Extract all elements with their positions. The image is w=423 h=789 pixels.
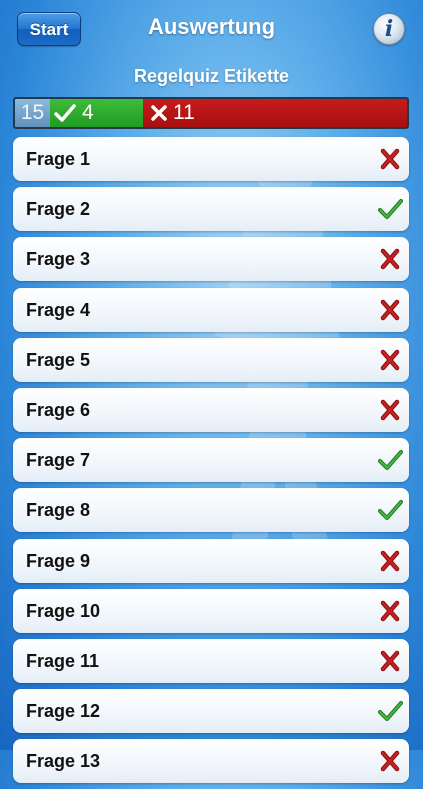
- question-row[interactable]: Frage 11: [13, 638, 409, 683]
- question-row[interactable]: Frage 7: [13, 438, 409, 483]
- check-mark-icon: [377, 196, 403, 222]
- question-list: Frage 1 Frage 2 Frage 3 Frage 4 Frage 5 Frage…: [13, 137, 409, 789]
- quiz-title: Regelquiz Etikette: [133, 66, 290, 86]
- nav-bar: Start Auswertung i: [0, 0, 423, 58]
- question-label: Frage 3: [26, 249, 91, 270]
- cross-mark-icon: [377, 598, 403, 624]
- question-row[interactable]: Frage 9: [13, 538, 409, 583]
- cross-mark-icon: [377, 347, 403, 373]
- question-label: Frage 11: [26, 650, 100, 671]
- question-row[interactable]: Frage 10: [13, 588, 409, 633]
- question-label: Frage 10: [26, 600, 101, 621]
- question-row[interactable]: Frage 2: [13, 187, 409, 232]
- score-correct: 4: [50, 99, 143, 127]
- question-row[interactable]: Frage 1: [13, 137, 409, 181]
- question-row[interactable]: Frage 4: [13, 287, 409, 332]
- cross-mark-icon: [377, 397, 403, 423]
- cross-mark-icon: [377, 648, 403, 674]
- check-mark-icon: [54, 103, 76, 123]
- cross-mark-icon: [377, 748, 403, 774]
- question-label: Frage 13: [26, 751, 101, 772]
- score-bar: 15 4 11: [13, 97, 409, 129]
- score-wrong-value: 11: [173, 101, 195, 124]
- info-button[interactable]: i: [373, 13, 405, 45]
- question-row[interactable]: Frage 8: [13, 488, 409, 533]
- score-correct-value: 4: [82, 101, 94, 124]
- cross-mark-icon: [377, 297, 403, 323]
- cross-mark-icon: [151, 105, 167, 121]
- cross-mark-icon: [377, 246, 403, 272]
- question-label: Frage 2: [26, 199, 91, 220]
- question-row[interactable]: Frage 6: [13, 387, 409, 432]
- cross-mark-icon: [377, 146, 403, 172]
- question-label: Frage 8: [26, 500, 91, 521]
- question-label: Frage 1: [26, 149, 91, 169]
- question-row[interactable]: Frage 5: [13, 337, 409, 382]
- question-label: Frage 7: [26, 450, 91, 471]
- question-row[interactable]: Frage 3: [13, 237, 409, 282]
- info-icon: i: [384, 16, 394, 42]
- check-mark-icon: [377, 447, 403, 473]
- check-mark-icon: [377, 497, 403, 523]
- question-row[interactable]: Frage 12: [13, 689, 409, 734]
- question-label: Frage 5: [26, 349, 91, 370]
- question-label: Frage 9: [26, 550, 91, 571]
- question-row[interactable]: Frage 13: [13, 739, 409, 784]
- check-mark-icon: [377, 698, 403, 724]
- question-label: Frage 6: [26, 399, 91, 420]
- page-title: Auswertung: [147, 14, 276, 39]
- score-total: 15: [15, 99, 50, 127]
- score-wrong: 11: [143, 99, 407, 127]
- cross-mark-icon: [377, 548, 403, 574]
- question-label: Frage 4: [26, 299, 91, 320]
- question-label: Frage 12: [26, 701, 101, 722]
- score-total-value: 15: [20, 101, 45, 124]
